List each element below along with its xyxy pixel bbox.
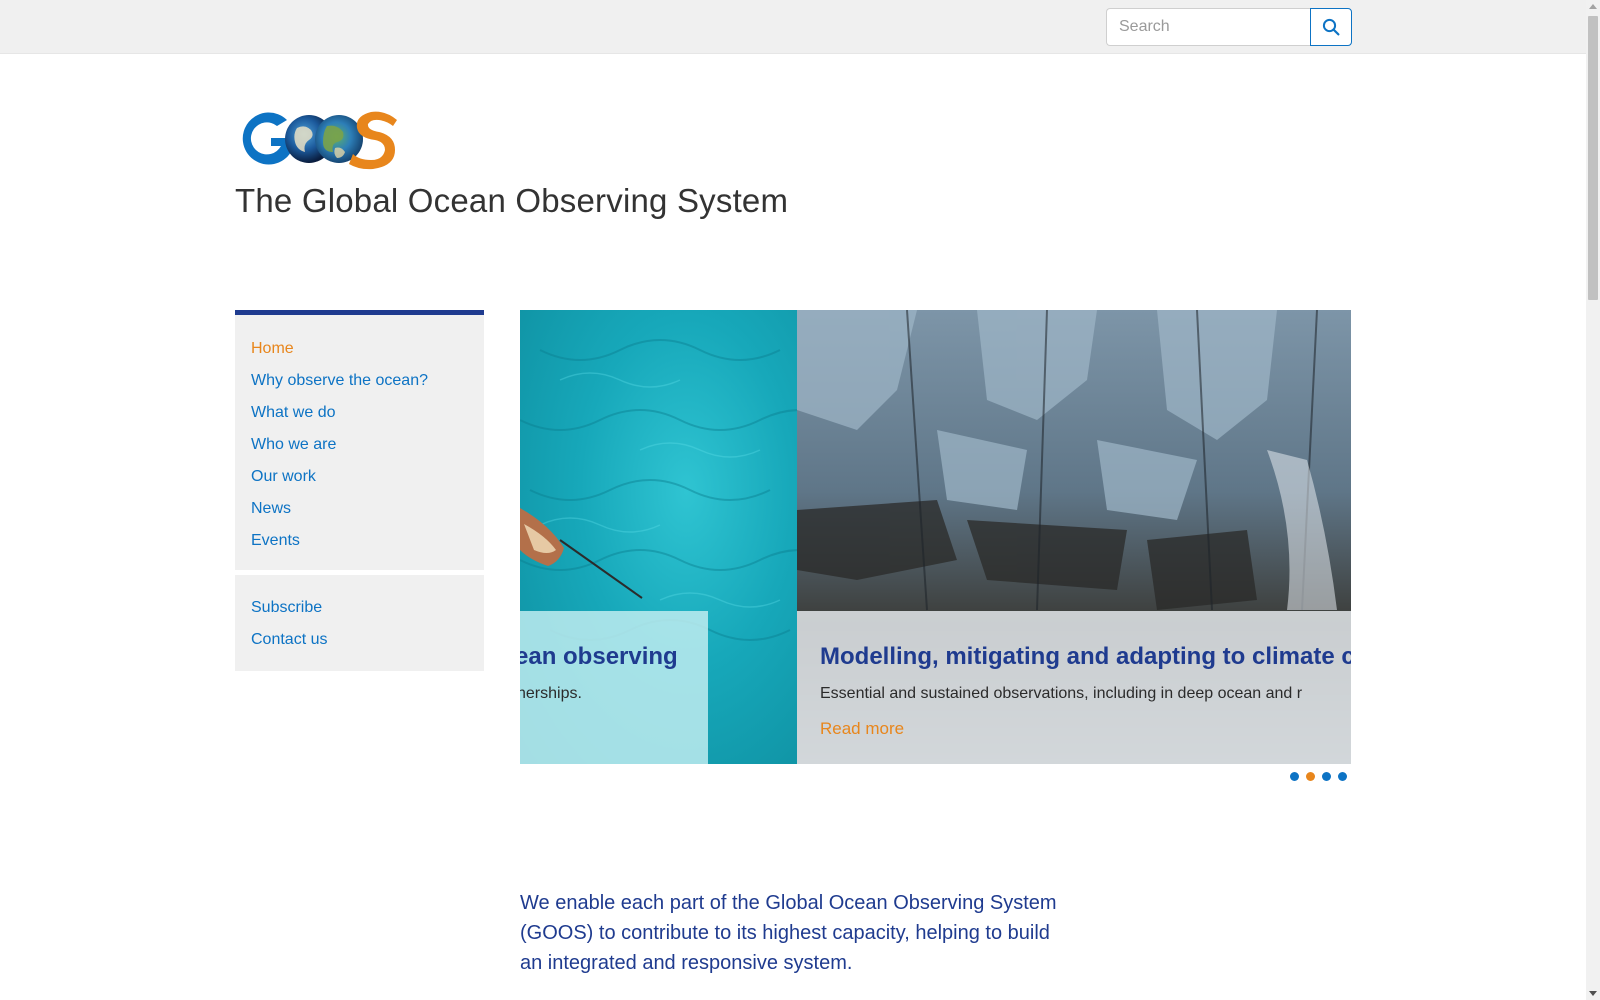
nav-item-our-work[interactable]: Our work	[235, 461, 484, 493]
secondary-nav: Subscribe Contact us	[235, 575, 484, 671]
page-scrollbar[interactable]	[1586, 0, 1600, 1000]
scrollbar-thumb[interactable]	[1588, 16, 1598, 300]
goos-logo-icon	[242, 111, 397, 170]
scroll-up-arrow-icon[interactable]	[1589, 4, 1597, 9]
carousel-dot[interactable]	[1322, 772, 1331, 781]
carousel-slide-text: Essential and sustained observations, in…	[820, 685, 1303, 702]
carousel-caption: ean observing nerships.	[520, 611, 708, 764]
carousel-dot[interactable]	[1338, 772, 1347, 781]
carousel-slide-text: nerships.	[520, 685, 582, 702]
carousel-dot[interactable]	[1290, 772, 1299, 781]
search-icon	[1322, 18, 1340, 36]
nav-item-home[interactable]: Home	[235, 333, 484, 365]
scroll-down-arrow-icon[interactable]	[1589, 991, 1597, 996]
nav-item-news[interactable]: News	[235, 493, 484, 525]
carousel-slide-title: Modelling, mitigating and adapting to cl…	[820, 643, 1351, 670]
search-form	[1106, 8, 1352, 46]
intro-text: We enable each part of the Global Ocean …	[520, 892, 1057, 974]
carousel-slide-ocean[interactable]: ean observing nerships.	[520, 310, 797, 764]
search-button[interactable]	[1310, 8, 1352, 46]
carousel-caption: Modelling, mitigating and adapting to cl…	[797, 611, 1351, 764]
nav-item-what-we-do[interactable]: What we do	[235, 397, 484, 429]
top-bar	[0, 0, 1586, 54]
carousel-slide-title: ean observing	[520, 643, 678, 670]
nav-item-who-we-are[interactable]: Who we are	[235, 429, 484, 461]
nav-item-subscribe[interactable]: Subscribe	[235, 592, 484, 624]
site-title: The Global Ocean Observing System	[235, 182, 789, 219]
nav-item-why-observe[interactable]: Why observe the ocean?	[235, 365, 484, 397]
nav-item-contact[interactable]: Contact us	[235, 624, 484, 656]
carousel-dot-active[interactable]	[1306, 772, 1315, 781]
carousel-dots	[1290, 772, 1347, 781]
search-input[interactable]	[1106, 8, 1310, 46]
hero-carousel[interactable]: ean observing nerships. Modelling, mitig…	[520, 310, 1351, 764]
goos-logo[interactable]	[235, 108, 401, 175]
read-more-link[interactable]: Read more	[820, 719, 904, 739]
main-nav: Home Why observe the ocean? What we do W…	[235, 310, 484, 570]
carousel-slide-glacier[interactable]: Modelling, mitigating and adapting to cl…	[797, 310, 1351, 764]
nav-item-events[interactable]: Events	[235, 525, 484, 557]
